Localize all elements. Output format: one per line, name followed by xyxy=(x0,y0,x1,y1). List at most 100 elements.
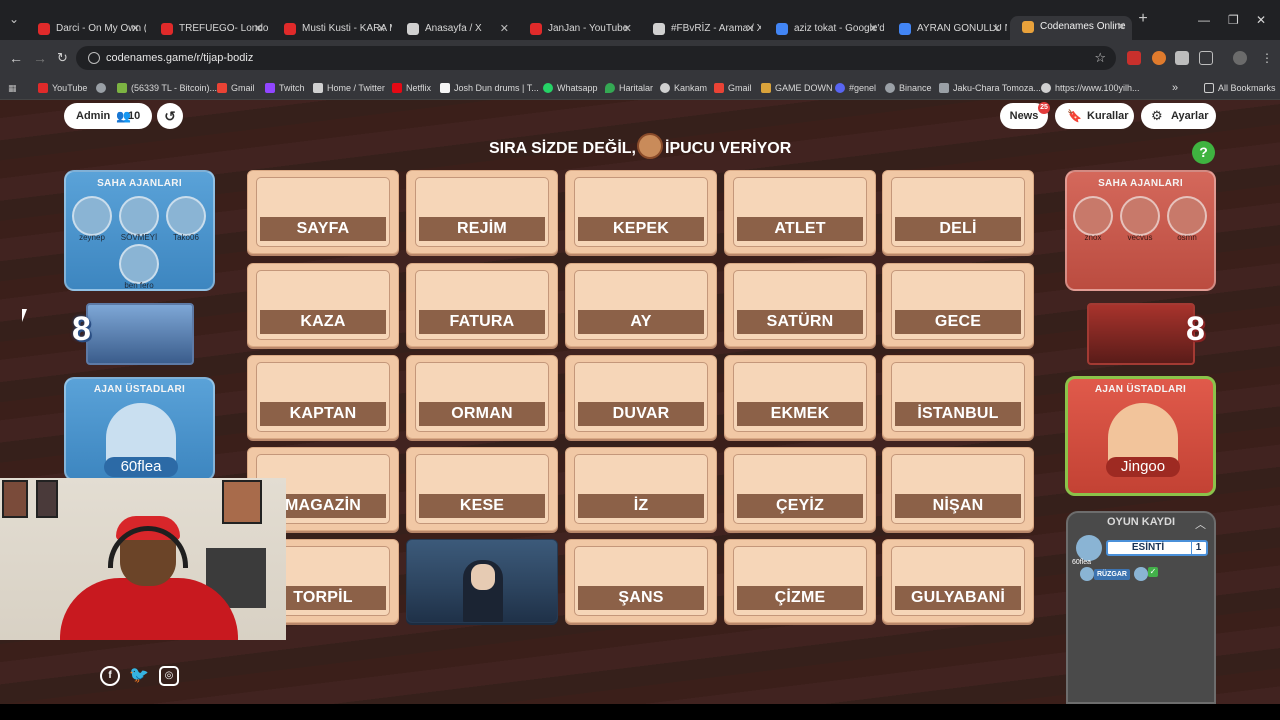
instagram-icon[interactable]: ◎ xyxy=(159,666,179,686)
word-card[interactable]: EKMEK xyxy=(724,355,876,439)
bookmark-game-down[interactable]: GAME DOWN xyxy=(761,76,833,100)
bookmark-maps[interactable]: Haritalar xyxy=(605,76,653,100)
bookmark-josh-dun[interactable]: Josh Dun drums | T... xyxy=(440,76,539,100)
card-word: ATLET xyxy=(735,215,865,243)
blue-operative[interactable]: zeynep xyxy=(70,196,114,242)
new-tab-icon[interactable]: + xyxy=(1132,9,1154,31)
bookmark-binance[interactable]: Binance xyxy=(885,76,932,100)
bookmark-twitter[interactable]: Home / Twitter xyxy=(313,76,385,100)
word-card[interactable]: DELİ xyxy=(882,170,1034,254)
red-operative[interactable]: osmn xyxy=(1165,196,1209,242)
rules-button[interactable]: 🔖 Kurallar xyxy=(1055,103,1134,129)
word-card[interactable]: FATURA xyxy=(406,263,558,347)
browser-tab-7[interactable]: aziz tokat - Google'd ✕ xyxy=(764,18,884,40)
browser-tab-5[interactable]: JanJan - YouTube ✕ xyxy=(518,18,638,40)
bookmark-netflix[interactable]: Netflix xyxy=(392,76,431,100)
extension-icon[interactable] xyxy=(1127,51,1141,65)
twitter-icon[interactable]: 🐦 xyxy=(129,666,149,686)
player-name: vecvus xyxy=(1127,233,1153,242)
more-bookmarks-chevron-icon[interactable]: » xyxy=(1172,76,1178,100)
close-window-icon[interactable]: ✕ xyxy=(1256,13,1266,27)
word-card[interactable]: ATLET xyxy=(724,170,876,254)
bookmark-twitch[interactable]: Twitch xyxy=(265,76,305,100)
browser-tab-1[interactable]: Darci - On My Own (I ✕ xyxy=(26,18,146,40)
bookmark-whatsapp[interactable]: Whatsapp xyxy=(543,76,598,100)
chevron-up-icon[interactable]: ︿ xyxy=(1195,516,1206,532)
url-text[interactable]: codenames.game/r/tijap-bodiz xyxy=(106,46,253,70)
tab-close-icon[interactable]: ✕ xyxy=(992,18,1001,40)
bookmark-100yil[interactable]: https://www.100yilh... xyxy=(1041,76,1140,100)
correct-check-icon: ✓ xyxy=(1148,567,1158,577)
word-card[interactable]: ÇİZME xyxy=(724,539,876,623)
bookmark-youtube[interactable]: YouTube xyxy=(38,76,87,100)
spymaster-name[interactable]: Jingoo xyxy=(1106,457,1180,477)
game-log-panel[interactable]: OYUN KAYDI ︿ 60flea ESİNTİ 1 RÜZGAR ✓ xyxy=(1066,511,1216,704)
word-card[interactable]: KESE xyxy=(406,447,558,531)
browser-tab-4[interactable]: Anasayfa / X ✕ xyxy=(395,18,515,40)
bookmark-jaku[interactable]: Jaku-Chara Tomoza... xyxy=(939,76,1041,100)
browser-tab-2[interactable]: TREFUEGO- London ✕ xyxy=(149,18,269,40)
browser-tab-6[interactable]: #FBvRİZ - Arama / X ✕ xyxy=(641,18,761,40)
spymaster-name[interactable]: 60flea xyxy=(104,457,178,477)
minimize-icon[interactable]: — xyxy=(1198,13,1210,27)
blue-operative[interactable]: ben fero xyxy=(117,244,161,290)
blue-operative[interactable]: SÖVMEYİ xyxy=(117,196,161,242)
word-card[interactable]: ORMAN xyxy=(406,355,558,439)
red-operative[interactable]: vecvus xyxy=(1118,196,1162,242)
site-info-icon[interactable] xyxy=(88,52,100,64)
word-card[interactable]: KAZA xyxy=(247,263,399,347)
tab-search-chevron-icon[interactable]: ⌄ xyxy=(3,9,25,31)
forward-icon[interactable]: → xyxy=(33,50,47,66)
word-card[interactable]: GULYABANİ xyxy=(882,539,1034,623)
extensions-puzzle-icon[interactable] xyxy=(1199,51,1213,65)
browser-tab-8[interactable]: AYRAN GONULLU NE✕ xyxy=(887,18,1007,40)
extension-icon[interactable] xyxy=(1175,51,1189,65)
apps-grid-icon[interactable]: ▦ xyxy=(8,76,17,100)
word-card[interactable]: GECE xyxy=(882,263,1034,347)
bookmark-kankam[interactable]: Kankam xyxy=(660,76,707,100)
word-card[interactable]: ŞANS xyxy=(565,539,717,623)
browser-tab-3[interactable]: Musti Kusti - KARA M ✕ xyxy=(272,18,392,40)
back-icon[interactable]: ← xyxy=(9,50,23,66)
settings-button[interactable]: ⚙ Ayarlar xyxy=(1141,103,1216,129)
bookmark-discord[interactable]: #genel xyxy=(835,76,876,100)
tab-close-icon[interactable]: ✕ xyxy=(1117,16,1126,38)
word-card[interactable]: KAPTAN xyxy=(247,355,399,439)
reset-button[interactable]: ↺ xyxy=(157,103,183,129)
tab-close-icon[interactable]: ✕ xyxy=(623,18,632,40)
tab-close-icon[interactable]: ✕ xyxy=(254,18,263,40)
restore-icon[interactable]: ❐ xyxy=(1228,13,1239,27)
word-card[interactable]: REJİM xyxy=(406,170,558,254)
bookmark-gmail-2[interactable]: Gmail xyxy=(714,76,752,100)
tab-close-icon[interactable]: ✕ xyxy=(500,18,509,40)
word-card[interactable]: DUVAR xyxy=(565,355,717,439)
facebook-icon[interactable]: f xyxy=(100,666,120,686)
all-bookmarks-folder[interactable]: All Bookmarks xyxy=(1204,76,1276,100)
reload-icon[interactable]: ↻ xyxy=(57,50,68,66)
tab-close-icon[interactable]: ✕ xyxy=(869,18,878,40)
word-card[interactable]: İZ xyxy=(565,447,717,531)
admin-button[interactable]: Admin 👥 10 xyxy=(64,103,152,129)
bookmark-star-icon[interactable]: ☆ xyxy=(1094,46,1106,70)
tab-close-icon[interactable]: ✕ xyxy=(746,18,755,40)
red-operative[interactable]: znox xyxy=(1071,196,1115,242)
tab-close-icon[interactable]: ✕ xyxy=(131,18,140,40)
profile-avatar-icon[interactable] xyxy=(1233,51,1247,65)
browser-tab-active[interactable]: Codenames Online ✕ xyxy=(1010,16,1132,40)
word-card[interactable]: KEPEK xyxy=(565,170,717,254)
address-bar[interactable]: codenames.game/r/tijap-bodiz ☆ xyxy=(76,46,1116,70)
word-card[interactable]: AY xyxy=(565,263,717,347)
word-card[interactable]: SAYFA xyxy=(247,170,399,254)
blue-operative[interactable]: Tako06 xyxy=(164,196,208,242)
bookmark-gmail[interactable]: Gmail xyxy=(217,76,255,100)
menu-kebab-icon[interactable]: ⋮ xyxy=(1260,51,1274,65)
word-card[interactable]: NİŞAN xyxy=(882,447,1034,531)
tab-close-icon[interactable]: ✕ xyxy=(377,18,386,40)
word-card[interactable]: ÇEYİZ xyxy=(724,447,876,531)
help-button[interactable]: ? xyxy=(1192,141,1215,164)
bookmark-bitcoin[interactable]: (56339 TL - Bitcoin)... xyxy=(117,76,217,100)
word-card[interactable]: İSTANBUL xyxy=(882,355,1034,439)
extension-icon[interactable] xyxy=(1152,51,1166,65)
word-card[interactable]: SATÜRN xyxy=(724,263,876,347)
news-label: News xyxy=(1009,110,1039,122)
